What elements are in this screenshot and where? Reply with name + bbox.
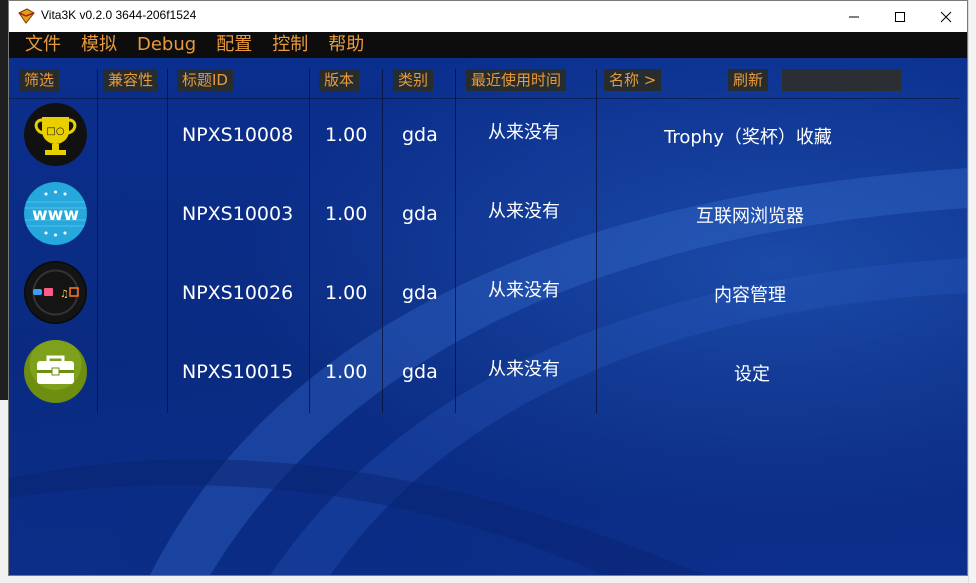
version-cell: 1.00 <box>325 203 368 225</box>
app-window: Vita3K v0.2.0 3644-206f1524 文件 模拟 Debug … <box>8 0 968 576</box>
app-row-browser[interactable]: www NPXS10003 1.00 gda 从来没有 互联网浏览器 <box>9 180 967 259</box>
category-cell: gda <box>402 282 438 304</box>
close-icon <box>940 11 952 22</box>
title-id-cell: NPXS10008 <box>182 124 294 146</box>
menu-file[interactable]: 文件 <box>9 32 71 58</box>
title-id-column-header[interactable]: 标题ID <box>177 69 233 91</box>
title-id-cell: NPXS10003 <box>182 203 294 225</box>
category-cell: gda <box>402 203 438 225</box>
compat-column-header[interactable]: 兼容性 <box>103 69 159 91</box>
last-used-cell: 从来没有 <box>488 201 560 222</box>
minimize-button[interactable] <box>831 1 877 32</box>
app-list-panel: 筛选 兼容性 标题ID 版本 类别 最近使用时间 名称 > 刷新 □○ NPXS… <box>9 58 967 575</box>
header-divider <box>9 98 959 99</box>
category-cell: gda <box>402 124 438 146</box>
name-cell: 内容管理 <box>714 285 786 306</box>
media-icon: ♫ <box>24 261 87 324</box>
version-cell: 1.00 <box>325 282 368 304</box>
desktop-background-right <box>968 0 976 583</box>
last-used-cell: 从来没有 <box>488 280 560 301</box>
last-used-column-header[interactable]: 最近使用时间 <box>466 69 567 91</box>
window-title: Vita3K v0.2.0 3644-206f1524 <box>41 8 197 22</box>
maximize-icon <box>895 11 905 22</box>
last-used-cell: 从来没有 <box>488 359 560 380</box>
menu-debug[interactable]: Debug <box>127 32 206 58</box>
category-cell: gda <box>402 361 438 383</box>
refresh-button[interactable]: 刷新 <box>728 69 769 91</box>
menu-config[interactable]: 配置 <box>206 32 262 58</box>
name-cell: 设定 <box>734 364 770 385</box>
title-id-cell: NPXS10026 <box>182 282 294 304</box>
menu-controls[interactable]: 控制 <box>262 32 318 58</box>
title-bar: Vita3K v0.2.0 3644-206f1524 <box>9 1 967 32</box>
search-input[interactable] <box>782 69 901 91</box>
svg-text:□○: □○ <box>46 126 64 137</box>
name-cell: Trophy（奖杯）收藏 <box>664 127 832 148</box>
name-cell: 互联网浏览器 <box>696 206 804 227</box>
title-id-cell: NPXS10015 <box>182 361 294 383</box>
trophy-icon: □○ <box>24 103 87 166</box>
name-column-header[interactable]: 名称 > <box>604 69 662 91</box>
svg-text:♫: ♫ <box>60 289 69 300</box>
app-row-content-manager[interactable]: ♫ NPXS10026 1.00 gda 从来没有 内容管理 <box>9 259 967 338</box>
menu-help[interactable]: 帮助 <box>318 32 374 58</box>
www-icon: www <box>24 182 87 245</box>
menu-emulation[interactable]: 模拟 <box>71 32 127 58</box>
vita3k-logo-icon <box>18 8 35 24</box>
version-cell: 1.00 <box>325 361 368 383</box>
maximize-button[interactable] <box>877 1 923 32</box>
close-button[interactable] <box>923 1 967 32</box>
version-cell: 1.00 <box>325 124 368 146</box>
version-column-header[interactable]: 版本 <box>319 69 360 91</box>
app-row-settings[interactable]: NPXS10015 1.00 gda 从来没有 设定 <box>9 338 967 417</box>
filter-button[interactable]: 筛选 <box>19 69 60 91</box>
toolbox-icon <box>24 340 87 403</box>
menu-bar: 文件 模拟 Debug 配置 控制 帮助 <box>9 32 967 58</box>
desktop-background-left <box>0 0 8 400</box>
minimize-icon <box>849 16 859 17</box>
last-used-cell: 从来没有 <box>488 122 560 143</box>
svg-text:www: www <box>32 205 79 225</box>
app-row-trophy[interactable]: □○ NPXS10008 1.00 gda 从来没有 Trophy（奖杯）收藏 <box>9 101 967 180</box>
category-column-header[interactable]: 类别 <box>393 69 434 91</box>
